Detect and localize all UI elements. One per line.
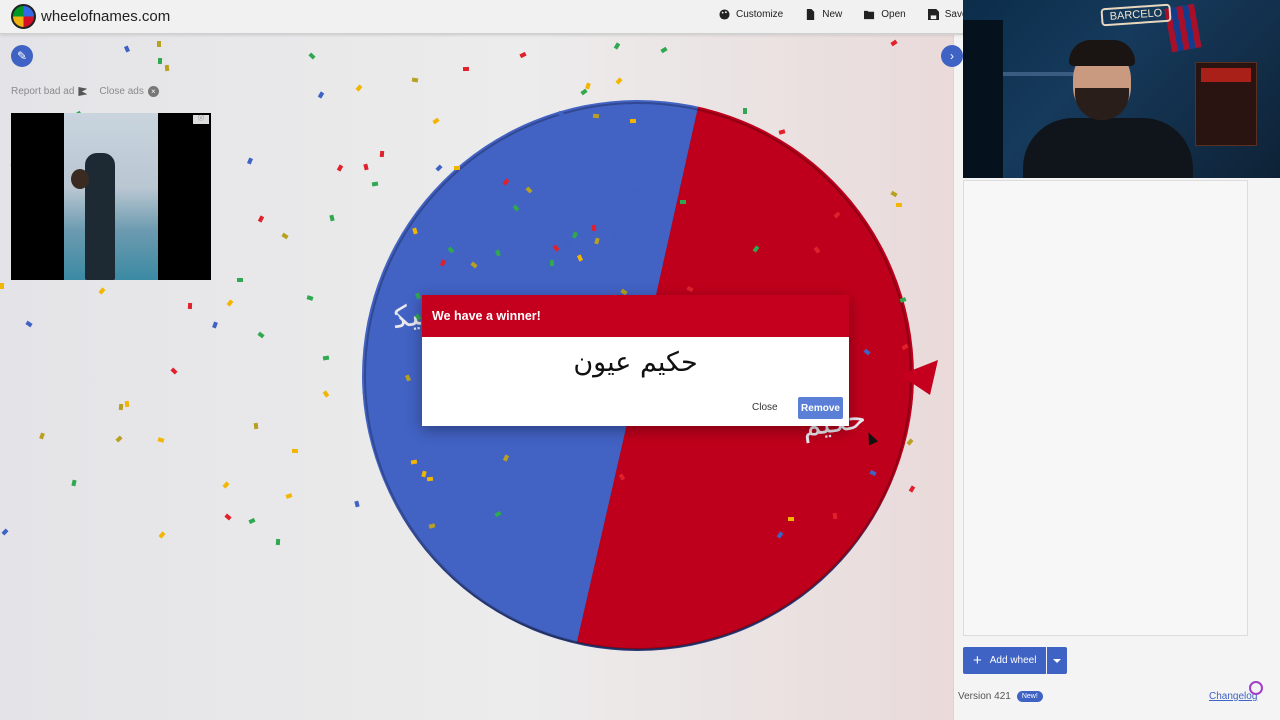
edit-button[interactable]: ✎ bbox=[11, 45, 33, 67]
winner-name: حكيم عيون bbox=[573, 347, 698, 378]
confetti-piece bbox=[118, 403, 124, 411]
open-button[interactable]: Open bbox=[864, 9, 906, 20]
confetti-piece bbox=[0, 283, 4, 289]
customize-label: Customize bbox=[736, 9, 784, 20]
close-ads-label: Close ads bbox=[99, 86, 144, 97]
close-button[interactable]: Close bbox=[752, 402, 778, 413]
ad-person bbox=[85, 153, 115, 280]
chevron-down-icon bbox=[1053, 658, 1062, 663]
confetti-piece bbox=[679, 199, 687, 205]
new-label: New bbox=[822, 9, 843, 20]
save-button[interactable]: Save bbox=[927, 9, 968, 20]
webcam-person-hair bbox=[1069, 40, 1135, 66]
report-bad-ad-label: Report bad ad bbox=[11, 86, 75, 97]
close-icon: × bbox=[147, 86, 159, 97]
toolbar: Customize New Open Save bbox=[719, 9, 968, 20]
new-button[interactable]: New bbox=[805, 9, 842, 20]
confetti-piece bbox=[788, 517, 794, 521]
collapse-panel-button[interactable]: › bbox=[941, 45, 963, 67]
ad-person-head bbox=[71, 169, 89, 189]
confetti-piece bbox=[236, 277, 244, 283]
add-wheel-button[interactable]: + Add wheel bbox=[963, 647, 1047, 674]
report-bad-ad-link[interactable]: Report bad ad bbox=[11, 86, 88, 97]
ad-choices-icon[interactable]: ⓘ bbox=[193, 115, 209, 124]
flag-icon bbox=[78, 87, 88, 96]
confetti-piece bbox=[462, 66, 470, 72]
webcam-poster-banner bbox=[1201, 68, 1251, 82]
wheel-pointer-icon bbox=[900, 360, 938, 395]
confetti-piece bbox=[549, 259, 555, 267]
confetti-piece bbox=[743, 108, 747, 114]
confetti-piece bbox=[591, 224, 597, 232]
ad-video[interactable]: ⓘ bbox=[11, 113, 211, 280]
winner-dialog: We have a winner! حكيم عيون bbox=[422, 295, 849, 426]
add-wheel-label: Add wheel bbox=[989, 655, 1037, 666]
confetti-piece bbox=[629, 118, 637, 124]
remove-button[interactable]: Remove bbox=[798, 397, 843, 419]
close-ads-link[interactable]: Close ads × bbox=[99, 86, 159, 97]
brain-icon[interactable] bbox=[1249, 681, 1263, 695]
dialog-title: We have a winner! bbox=[422, 295, 849, 337]
confetti-piece bbox=[895, 202, 903, 208]
confetti-piece bbox=[832, 512, 838, 520]
confetti-piece bbox=[156, 40, 162, 48]
webcam-sign: BARCELO bbox=[1100, 3, 1172, 27]
wheel-logo-icon[interactable] bbox=[11, 4, 36, 29]
site-title[interactable]: wheelofnames.com bbox=[41, 8, 170, 25]
ad-controls: Report bad ad Close ads × bbox=[11, 86, 159, 97]
confetti-piece bbox=[124, 400, 130, 408]
pencil-icon: ✎ bbox=[16, 49, 28, 63]
confetti-piece bbox=[164, 64, 170, 72]
confetti-piece bbox=[157, 57, 163, 65]
webcam-person-beard bbox=[1075, 88, 1129, 120]
confetti-piece bbox=[426, 476, 434, 482]
add-wheel-dropdown[interactable] bbox=[1047, 647, 1068, 674]
webcam-overlay: BARCELO bbox=[963, 0, 1280, 178]
confetti-piece bbox=[379, 150, 385, 158]
webcam-shelf bbox=[1003, 72, 1083, 76]
confetti-piece bbox=[291, 448, 299, 454]
confetti-piece bbox=[187, 302, 193, 310]
wheel-list[interactable] bbox=[963, 180, 1248, 636]
confetti-piece bbox=[592, 113, 600, 119]
confetti-piece bbox=[275, 538, 281, 546]
add-wheel-control: + Add wheel bbox=[963, 647, 1068, 674]
new-badge: New! bbox=[1016, 691, 1043, 702]
confetti-piece bbox=[253, 422, 259, 430]
confetti-piece bbox=[453, 165, 461, 171]
chevron-right-icon: › bbox=[950, 49, 954, 63]
customize-button[interactable]: Customize bbox=[719, 9, 783, 20]
confetti-piece bbox=[411, 77, 419, 83]
file-icon bbox=[807, 9, 815, 20]
webcam-person-body bbox=[1023, 118, 1193, 178]
plus-icon: + bbox=[973, 652, 982, 669]
version-label: Version 421 bbox=[958, 691, 1011, 702]
version-info: Version 421 New! bbox=[958, 691, 1043, 702]
open-label: Open bbox=[881, 9, 906, 20]
webcam-background bbox=[963, 20, 1003, 178]
folder-open-icon bbox=[864, 10, 875, 20]
save-icon bbox=[927, 9, 939, 20]
palette-icon bbox=[719, 9, 730, 20]
